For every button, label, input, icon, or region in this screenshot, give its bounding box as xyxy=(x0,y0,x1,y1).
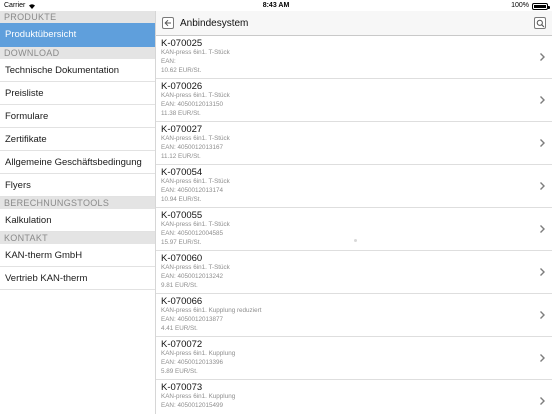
back-button[interactable] xyxy=(162,17,174,29)
chevron-right-icon xyxy=(540,53,545,61)
main-panel: Anbindesystem K-070025 KAN-press 6in1. T-… xyxy=(156,11,552,414)
product-row[interactable]: K-070060 KAN-press 6in1. T-Stück EAN: 4050… xyxy=(156,251,552,294)
product-code: K-070066 xyxy=(161,296,203,307)
clock: 8:43 AM xyxy=(262,2,290,9)
product-price: 11.12 EUR/St. xyxy=(161,152,201,160)
sidebar-item[interactable]: Vertrieb KAN-therm xyxy=(0,267,155,290)
chevron-right-icon xyxy=(540,397,545,405)
scroll-indicator-dot xyxy=(354,239,357,242)
product-code: K-070060 xyxy=(161,253,203,264)
section-header: DOWNLOAD xyxy=(0,47,155,59)
chevron-right-icon xyxy=(540,182,545,190)
sidebar-item[interactable]: Preisliste xyxy=(0,82,155,105)
section-header: KONTAKT xyxy=(0,232,155,244)
sidebar-item[interactable]: Kalkulation xyxy=(0,209,155,232)
battery-percent: 100% xyxy=(511,2,529,9)
page-title: Anbindesystem xyxy=(180,18,249,29)
product-ean: EAN: 4050012004585 xyxy=(161,229,223,237)
chevron-right-icon xyxy=(540,225,545,233)
product-ean: EAN: 4050012013167 xyxy=(161,143,223,151)
navigation-bar: Anbindesystem xyxy=(156,11,552,36)
product-ean: EAN: 4050012013396 xyxy=(161,358,223,366)
product-ean: EAN: 4050012013174 xyxy=(161,186,223,194)
product-code: K-070026 xyxy=(161,81,203,92)
product-code: K-070073 xyxy=(161,382,203,393)
product-name: KAN-press 6in1. Kupplung xyxy=(161,393,236,400)
product-name: KAN-press 6in1. T-Stück xyxy=(161,264,230,271)
product-row[interactable]: K-070055 KAN-press 6in1. T-Stück EAN: 4050… xyxy=(156,208,552,251)
product-code: K-070025 xyxy=(161,38,203,49)
product-ean: EAN: 4050012015499 xyxy=(161,401,223,409)
chevron-right-icon xyxy=(540,139,545,147)
product-name: KAN-press 6in1. T-Stück xyxy=(161,92,230,99)
product-ean: EAN: 4050012013242 xyxy=(161,272,223,280)
product-row[interactable]: K-070025 KAN-press 6in1. T-Stück EAN: 10.62… xyxy=(156,36,552,79)
sidebar-item[interactable]: KAN-therm GmbH xyxy=(0,244,155,267)
sidebar-item[interactable]: Technische Dokumentation xyxy=(0,59,155,82)
product-list: K-070025 KAN-press 6in1. T-Stück EAN: 10.62… xyxy=(156,36,552,414)
product-row[interactable]: K-070026 KAN-press 6in1. T-Stück EAN: 4050… xyxy=(156,79,552,122)
product-ean: EAN: 4050012013877 xyxy=(161,315,223,323)
product-code: K-070054 xyxy=(161,167,203,178)
product-row[interactable]: K-070054 KAN-press 6in1. T-Stück EAN: 4050… xyxy=(156,165,552,208)
section-header: BERECHNUNGSTOOLS xyxy=(0,197,155,209)
battery-icon xyxy=(532,3,550,10)
sidebar-item[interactable]: Zertifikate xyxy=(0,128,155,151)
product-ean: EAN: xyxy=(161,57,176,65)
product-price: 10.62 EUR/St. xyxy=(161,66,202,74)
product-row[interactable]: K-070072 KAN-press 6in1. Kupplung EAN: 405… xyxy=(156,337,552,380)
sidebar-item[interactable]: Produktübersicht xyxy=(0,23,155,47)
sidebar-item[interactable]: Formulare xyxy=(0,105,155,128)
product-code: K-070072 xyxy=(161,339,203,350)
product-price: 4.41 EUR/St. xyxy=(161,324,198,332)
product-code: K-070055 xyxy=(161,210,203,221)
status-right: 100% xyxy=(511,0,550,11)
sidebar-item[interactable]: Allgemeine Geschäftsbedingung xyxy=(0,151,155,174)
product-name: KAN-press 6in1. Kupplung reduziert xyxy=(161,307,262,314)
chevron-right-icon xyxy=(540,354,545,362)
back-arrow-icon xyxy=(164,19,171,27)
section-header: PRODUKTE xyxy=(0,11,155,23)
product-ean: EAN: 4050012013150 xyxy=(161,100,223,108)
product-name: KAN-press 6in1. T-Stück xyxy=(161,221,230,228)
chevron-right-icon xyxy=(540,96,545,104)
product-name: KAN-press 6in1. T-Stück xyxy=(161,135,230,142)
product-row[interactable]: K-070073 KAN-press 6in1. Kupplung EAN: 405… xyxy=(156,380,552,414)
product-code: K-070027 xyxy=(161,124,203,135)
chevron-right-icon xyxy=(540,268,545,276)
product-row[interactable]: K-070066 KAN-press 6in1. Kupplung reduzie… xyxy=(156,294,552,337)
product-row[interactable]: K-070027 KAN-press 6in1. T-Stück EAN: 4050… xyxy=(156,122,552,165)
product-price: 10.94 EUR/St. xyxy=(161,195,202,203)
chevron-right-icon xyxy=(540,311,545,319)
product-price: 9.81 EUR/St. xyxy=(161,281,198,289)
sidebar: PRODUKTE Produktübersicht DOWNLOAD Technisc… xyxy=(0,11,156,414)
search-button[interactable] xyxy=(534,17,546,29)
product-name: KAN-press 6in1. T-Stück xyxy=(161,178,230,185)
product-name: KAN-press 6in1. Kupplung xyxy=(161,350,236,357)
product-price: 11.38 EUR/St. xyxy=(161,109,201,117)
product-name: KAN-press 6in1. T-Stück xyxy=(161,49,230,56)
sidebar-item[interactable]: Flyers xyxy=(0,174,155,197)
product-price: 5.89 EUR/St. xyxy=(161,367,198,375)
status-bar: Carrier 8:43 AM 100% xyxy=(0,0,552,11)
search-icon xyxy=(536,19,544,27)
